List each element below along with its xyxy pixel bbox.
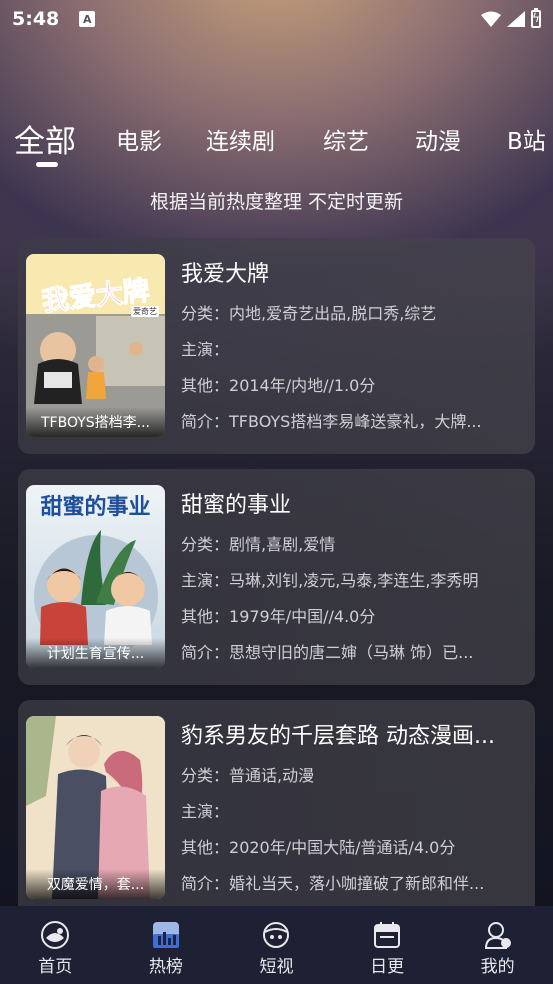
poster-caption: TFBOYS搭档李... — [26, 407, 165, 437]
tab-movies[interactable]: 电影 — [116, 122, 162, 156]
poster-caption: 双魔爱情，套... — [26, 869, 165, 899]
poster-badge: 爱奇艺 — [131, 306, 159, 317]
nav-profile[interactable]: 我的 — [442, 906, 553, 984]
nav-short-video-label: 短视 — [259, 957, 294, 977]
chart-icon — [152, 922, 179, 948]
item-summary: 简介：婚礼当天，落小咖撞破了新郎和伴... — [181, 874, 485, 893]
tab-series[interactable]: 连续剧 — [206, 122, 275, 156]
poster-image: 双魔爱情，套... — [26, 716, 165, 899]
wifi-icon — [481, 11, 501, 27]
list-item[interactable]: 双魔爱情，套... 豹系男友的千层套路 动态漫画... 分类：普通话,动漫 主演… — [18, 700, 535, 906]
bottom-nav: 首页 热榜 短视 日更 我的 — [0, 906, 553, 984]
item-cast: 主演： — [181, 802, 230, 821]
item-category: 分类：普通话,动漫 — [181, 766, 315, 785]
item-title: 甜蜜的事业 — [181, 493, 292, 518]
status-icons — [481, 8, 541, 28]
status-bar: 5:48 A — [0, 0, 553, 38]
item-category: 分类：剧情,喜剧,爱情 — [181, 535, 336, 554]
video-icon — [263, 922, 290, 948]
list-item[interactable]: 甜蜜的事业 计划生育宣传... 甜蜜的事业 分类：剧情,喜剧,爱情 主演：马琳,… — [18, 469, 535, 685]
tab-bilibili[interactable]: B站 — [507, 122, 546, 156]
item-title: 我爱大牌 — [181, 262, 270, 287]
item-other: 其他：1979年/中国//4.0分 — [181, 607, 376, 626]
poster-image: 甜蜜的事业 计划生育宣传... — [26, 485, 165, 668]
active-tab-indicator — [36, 162, 58, 167]
tab-variety[interactable]: 综艺 — [323, 122, 369, 156]
profile-icon — [484, 922, 511, 949]
battery-icon — [531, 8, 541, 28]
poster-caption: 计划生育宣传... — [26, 638, 165, 668]
item-summary: 简介：思想守旧的唐二婶（马琳 饰）已... — [181, 643, 474, 662]
item-summary: 简介：TFBOYS搭档李易峰送豪礼，大牌... — [181, 412, 482, 431]
nav-daily[interactable]: 日更 — [332, 906, 443, 984]
home-icon — [41, 921, 70, 949]
notification-icon: A — [79, 11, 96, 27]
nav-hot-list-label: 热榜 — [148, 957, 183, 977]
poster-image: 我爱大牌 爱奇艺 TFBOYS搭档李... — [26, 254, 165, 437]
list-item[interactable]: 我爱大牌 爱奇艺 TFBOYS搭档李... 我爱大牌 分类：内地,爱奇艺出品,脱… — [18, 238, 535, 454]
tab-anime[interactable]: 动漫 — [415, 122, 461, 156]
nav-daily-label: 日更 — [370, 957, 405, 977]
item-cast: 主演：马琳,刘钊,凌元,马泰,李连生,李秀明 — [181, 571, 479, 590]
category-tabs: 全部 电影 连续剧 综艺 动漫 B站 — [0, 112, 553, 172]
item-category: 分类：内地,爱奇艺出品,脱口秀,综艺 — [181, 304, 437, 323]
nav-hot-list[interactable]: 热榜 — [111, 906, 222, 984]
poster-title-art: 甜蜜的事业 — [40, 494, 151, 520]
nav-profile-label: 我的 — [480, 957, 515, 977]
tab-all[interactable]: 全部 — [14, 116, 76, 161]
page-subtitle: 根据当前热度整理 不定时更新 — [149, 191, 404, 213]
status-time: 5:48 — [12, 8, 60, 30]
nav-home[interactable]: 首页 — [0, 906, 111, 984]
nav-home-label: 首页 — [38, 957, 73, 977]
calendar-icon — [374, 922, 401, 948]
item-other: 其他：2014年/内地//1.0分 — [181, 376, 376, 395]
item-title: 豹系男友的千层套路 动态漫画... — [181, 724, 495, 749]
item-cast: 主演： — [181, 340, 230, 359]
item-other: 其他：2020年/中国大陆/普通话/4.0分 — [181, 838, 456, 857]
nav-short-video[interactable]: 短视 — [221, 906, 332, 984]
signal-icon — [507, 11, 525, 27]
